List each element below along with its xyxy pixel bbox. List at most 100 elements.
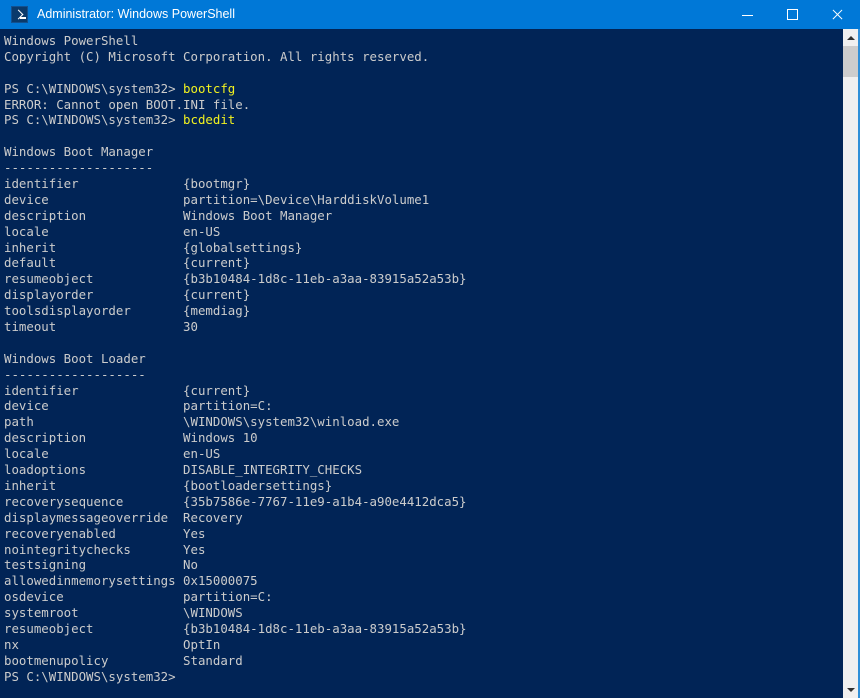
terminal-line: recoveryenabled Yes	[4, 526, 843, 542]
terminal-prompt: PS C:\WINDOWS\system32>	[4, 81, 183, 96]
terminal-line: PS C:\WINDOWS\system32> bcdedit	[4, 112, 843, 128]
terminal-line	[4, 65, 843, 81]
terminal-prompt: PS C:\WINDOWS\system32>	[4, 112, 183, 127]
terminal-line-text: Copyright (C) Microsoft Corporation. All…	[4, 49, 429, 64]
terminal-line-text: allowedinmemorysettings 0x15000075	[4, 573, 258, 588]
terminal-line-text	[4, 335, 11, 350]
console-output-area[interactable]: Windows PowerShellCopyright (C) Microsof…	[2, 29, 843, 698]
terminal-line-text: Windows Boot Loader	[4, 351, 146, 366]
terminal-line-text: Windows Boot Manager	[4, 144, 153, 159]
terminal-line-text: identifier {bootmgr}	[4, 176, 250, 191]
terminal-line-text: ERROR: Cannot open BOOT.INI file.	[4, 97, 250, 112]
terminal-line-text	[4, 128, 11, 143]
title-bar[interactable]: Administrator: Windows PowerShell	[0, 0, 860, 29]
terminal-line-text: toolsdisplayorder {memdiag}	[4, 303, 250, 318]
terminal-line-text: resumeobject {b3b10484-1d8c-11eb-a3aa-83…	[4, 621, 467, 636]
terminal-line: identifier {bootmgr}	[4, 176, 843, 192]
terminal-line: osdevice partition=C:	[4, 589, 843, 605]
terminal-line-text: inherit {globalsettings}	[4, 240, 302, 255]
terminal-text: Windows PowerShellCopyright (C) Microsof…	[4, 33, 843, 685]
terminal-line-text: osdevice partition=C:	[4, 589, 273, 604]
terminal-line: nointegritychecks Yes	[4, 542, 843, 558]
terminal-line-text: bootmenupolicy Standard	[4, 653, 243, 668]
terminal-line-text: resumeobject {b3b10484-1d8c-11eb-a3aa-83…	[4, 271, 467, 286]
terminal-line: description Windows Boot Manager	[4, 208, 843, 224]
terminal-line: device partition=C:	[4, 398, 843, 414]
terminal-line-text: description Windows Boot Manager	[4, 208, 332, 223]
title-bar-left: Administrator: Windows PowerShell	[0, 0, 725, 29]
terminal-line-text: path \WINDOWS\system32\winload.exe	[4, 414, 399, 429]
scroll-down-icon	[847, 688, 855, 692]
terminal-line: Windows PowerShell	[4, 33, 843, 49]
terminal-line-text: -------------------	[4, 367, 146, 382]
window-controls	[725, 0, 860, 29]
terminal-line: loadoptions DISABLE_INTEGRITY_CHECKS	[4, 462, 843, 478]
terminal-line: inherit {bootloadersettings}	[4, 478, 843, 494]
minimize-button[interactable]	[725, 0, 770, 29]
scroll-down-button[interactable]	[843, 681, 859, 698]
terminal-line: ERROR: Cannot open BOOT.INI file.	[4, 97, 843, 113]
terminal-line-text: locale en-US	[4, 446, 220, 461]
terminal-line-text: systemroot \WINDOWS	[4, 605, 243, 620]
terminal-line: PS C:\WINDOWS\system32> bootcfg	[4, 81, 843, 97]
terminal-line: device partition=\Device\HarddiskVolume1	[4, 192, 843, 208]
terminal-line-text: nx OptIn	[4, 637, 220, 652]
terminal-line: locale en-US	[4, 446, 843, 462]
terminal-line-text: recoveryenabled Yes	[4, 526, 205, 541]
terminal-line-text: device partition=\Device\HarddiskVolume1	[4, 192, 429, 207]
terminal-line-text: --------------------	[4, 160, 153, 175]
terminal-line: recoverysequence {35b7586e-7767-11e9-a1b…	[4, 494, 843, 510]
maximize-icon	[787, 9, 798, 20]
terminal-line-text	[4, 65, 11, 80]
terminal-line: toolsdisplayorder {memdiag}	[4, 303, 843, 319]
terminal-line-text: default {current}	[4, 255, 250, 270]
terminal-line: Windows Boot Manager	[4, 144, 843, 160]
scroll-up-icon	[847, 36, 855, 40]
terminal-line: bootmenupolicy Standard	[4, 653, 843, 669]
minimize-icon	[742, 15, 753, 16]
terminal-line: PS C:\WINDOWS\system32>	[4, 669, 843, 685]
terminal-line-text: testsigning No	[4, 557, 198, 572]
terminal-line-text: displaymessageoverride Recovery	[4, 510, 243, 525]
maximize-button[interactable]	[770, 0, 815, 29]
terminal-line: timeout 30	[4, 319, 843, 335]
terminal-line: -------------------	[4, 367, 843, 383]
terminal-line-text: loadoptions DISABLE_INTEGRITY_CHECKS	[4, 462, 362, 477]
terminal-line: default {current}	[4, 255, 843, 271]
terminal-prompt: PS C:\WINDOWS\system32>	[4, 669, 183, 684]
terminal-line: resumeobject {b3b10484-1d8c-11eb-a3aa-83…	[4, 271, 843, 287]
window-title: Administrator: Windows PowerShell	[37, 0, 235, 29]
terminal-line-text: description Windows 10	[4, 430, 258, 445]
terminal-line: testsigning No	[4, 557, 843, 573]
scroll-up-button[interactable]	[843, 29, 859, 46]
terminal-line-text: recoverysequence {35b7586e-7767-11e9-a1b…	[4, 494, 467, 509]
powershell-window: Administrator: Windows PowerShell Window…	[0, 0, 860, 698]
terminal-line-text: displayorder {current}	[4, 287, 250, 302]
terminal-line: description Windows 10	[4, 430, 843, 446]
terminal-line	[4, 335, 843, 351]
terminal-line-text: device partition=C:	[4, 398, 273, 413]
terminal-line: nx OptIn	[4, 637, 843, 653]
terminal-line: --------------------	[4, 160, 843, 176]
terminal-line: resumeobject {b3b10484-1d8c-11eb-a3aa-83…	[4, 621, 843, 637]
client-area: Windows PowerShellCopyright (C) Microsof…	[0, 29, 860, 698]
terminal-line: locale en-US	[4, 224, 843, 240]
terminal-line-text: locale en-US	[4, 224, 220, 239]
powershell-prompt-icon	[11, 6, 28, 23]
close-button[interactable]	[815, 0, 860, 29]
terminal-line: Copyright (C) Microsoft Corporation. All…	[4, 49, 843, 65]
terminal-line-text: identifier {current}	[4, 383, 250, 398]
close-icon	[831, 8, 844, 21]
terminal-line: displaymessageoverride Recovery	[4, 510, 843, 526]
terminal-line: Windows Boot Loader	[4, 351, 843, 367]
terminal-line: path \WINDOWS\system32\winload.exe	[4, 414, 843, 430]
terminal-line	[4, 128, 843, 144]
terminal-line-text: nointegritychecks Yes	[4, 542, 205, 557]
terminal-line: identifier {current}	[4, 383, 843, 399]
terminal-line-text: inherit {bootloadersettings}	[4, 478, 332, 493]
terminal-command: bcdedit	[183, 112, 235, 127]
terminal-line-text: Windows PowerShell	[4, 33, 138, 48]
terminal-line: displayorder {current}	[4, 287, 843, 303]
terminal-line: systemroot \WINDOWS	[4, 605, 843, 621]
scrollbar-track[interactable]	[843, 46, 859, 681]
